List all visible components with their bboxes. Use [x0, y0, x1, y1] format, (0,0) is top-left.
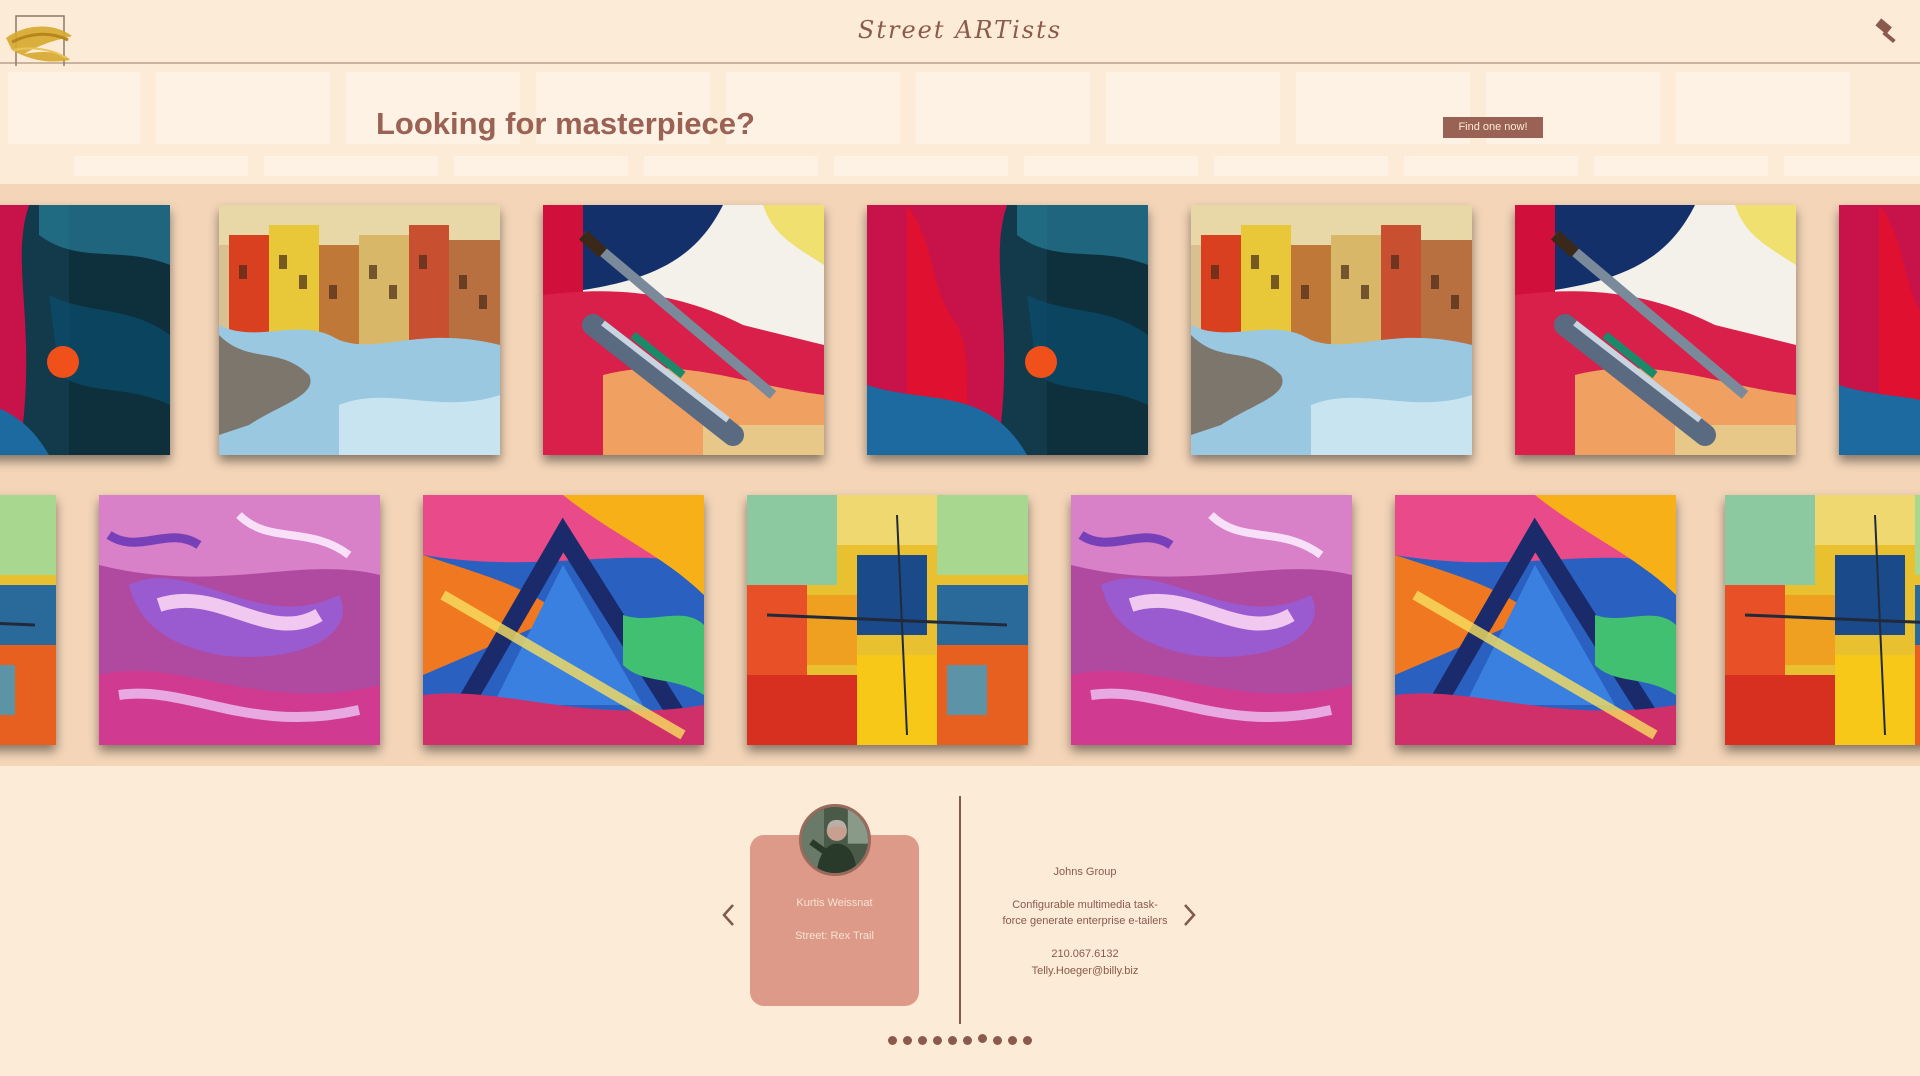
artwork-card[interactable]	[423, 495, 704, 745]
pagination-dot[interactable]	[1023, 1036, 1032, 1045]
wall-brick	[834, 156, 1008, 176]
colorful-blocks-painting	[1725, 495, 1920, 745]
abstract-red-blue-painting	[1839, 205, 1920, 455]
artwork-card[interactable]	[1395, 495, 1676, 745]
artwork-card[interactable]	[0, 495, 56, 745]
company-phone: 210.067.6132	[1051, 948, 1119, 960]
wall-brick	[916, 72, 1090, 144]
canal-reflection-painting	[219, 205, 500, 455]
purple-swirl-painting	[1071, 495, 1352, 745]
company-catch-phrase-line1: Configurable multimedia task-	[1012, 899, 1158, 911]
wall-brick	[156, 72, 330, 144]
wall-brick	[8, 72, 140, 144]
avatar	[799, 804, 871, 876]
artwork-card[interactable]	[219, 205, 500, 455]
pagination-dot[interactable]	[933, 1036, 942, 1045]
wall-brick	[264, 156, 438, 176]
wall-brick	[1594, 156, 1768, 176]
artwork-card[interactable]	[0, 205, 170, 455]
wall-brick	[1404, 156, 1578, 176]
pagination-dot[interactable]	[993, 1036, 1002, 1045]
abstract-red-blue-painting	[0, 205, 170, 455]
company-name: Johns Group	[1053, 866, 1117, 878]
hero-headline: Looking for masterpiece?	[376, 106, 755, 141]
canal-reflection-painting	[1191, 205, 1472, 455]
triangle-abstract-painting	[1395, 495, 1676, 745]
colorful-blocks-painting	[747, 495, 1028, 745]
artwork-card[interactable]	[1839, 205, 1920, 455]
company-email[interactable]: Telly.Hoeger@billy.biz	[985, 963, 1185, 979]
abstract-red-blue-painting	[867, 205, 1148, 455]
hero-banner: Looking for masterpiece? Find one now!	[0, 66, 1920, 184]
artwork-card[interactable]	[747, 495, 1028, 745]
site-title[interactable]: Street ARTists	[0, 16, 1920, 44]
artist-name: Kurtis Weissnat	[796, 897, 873, 909]
wall-brick	[1784, 156, 1920, 176]
artist-street: Street: Rex Trail	[795, 930, 874, 942]
wall-brick	[74, 156, 248, 176]
pagination-dot[interactable]	[1008, 1036, 1017, 1045]
wall-brick	[1106, 72, 1280, 144]
artist-carousel: Kurtis Weissnat Street: Rex Trail Johns …	[0, 766, 1920, 1076]
pagination-dot[interactable]	[948, 1036, 957, 1045]
artwork-card[interactable]	[1515, 205, 1796, 455]
pagination-dot[interactable]	[918, 1036, 927, 1045]
chevron-left-icon[interactable]	[717, 901, 741, 929]
pagination-dot[interactable]	[903, 1036, 912, 1045]
triangle-abstract-painting	[423, 495, 704, 745]
find-one-now-button[interactable]: Find one now!	[1443, 117, 1543, 138]
wall-brick	[1214, 156, 1388, 176]
artwork-card[interactable]	[1725, 495, 1920, 745]
art-gallery	[0, 184, 1920, 766]
pagination-dot-active[interactable]	[978, 1034, 987, 1043]
artwork-card[interactable]	[1071, 495, 1352, 745]
company-catch-phrase-line2: force generate enterprise e-tailers	[1002, 915, 1168, 927]
hammer-icon[interactable]	[1874, 18, 1902, 46]
artwork-card[interactable]	[99, 495, 380, 745]
pagination-dot[interactable]	[888, 1036, 897, 1045]
wall-brick	[1676, 72, 1850, 144]
pagination-dot[interactable]	[963, 1036, 972, 1045]
site-header: Street ARTists	[0, 0, 1920, 69]
colorful-blocks-painting	[0, 495, 56, 745]
artwork-card[interactable]	[867, 205, 1148, 455]
purple-swirl-painting	[99, 495, 380, 745]
wall-brick	[1024, 156, 1198, 176]
wall-brick	[644, 156, 818, 176]
wall-brick	[454, 156, 628, 176]
paintbrush-palette-painting	[543, 205, 824, 455]
chevron-right-icon[interactable]	[1177, 901, 1201, 929]
paintbrush-palette-painting	[1515, 205, 1796, 455]
artwork-card[interactable]	[543, 205, 824, 455]
artwork-card[interactable]	[1191, 205, 1472, 455]
vertical-divider	[959, 796, 961, 1024]
